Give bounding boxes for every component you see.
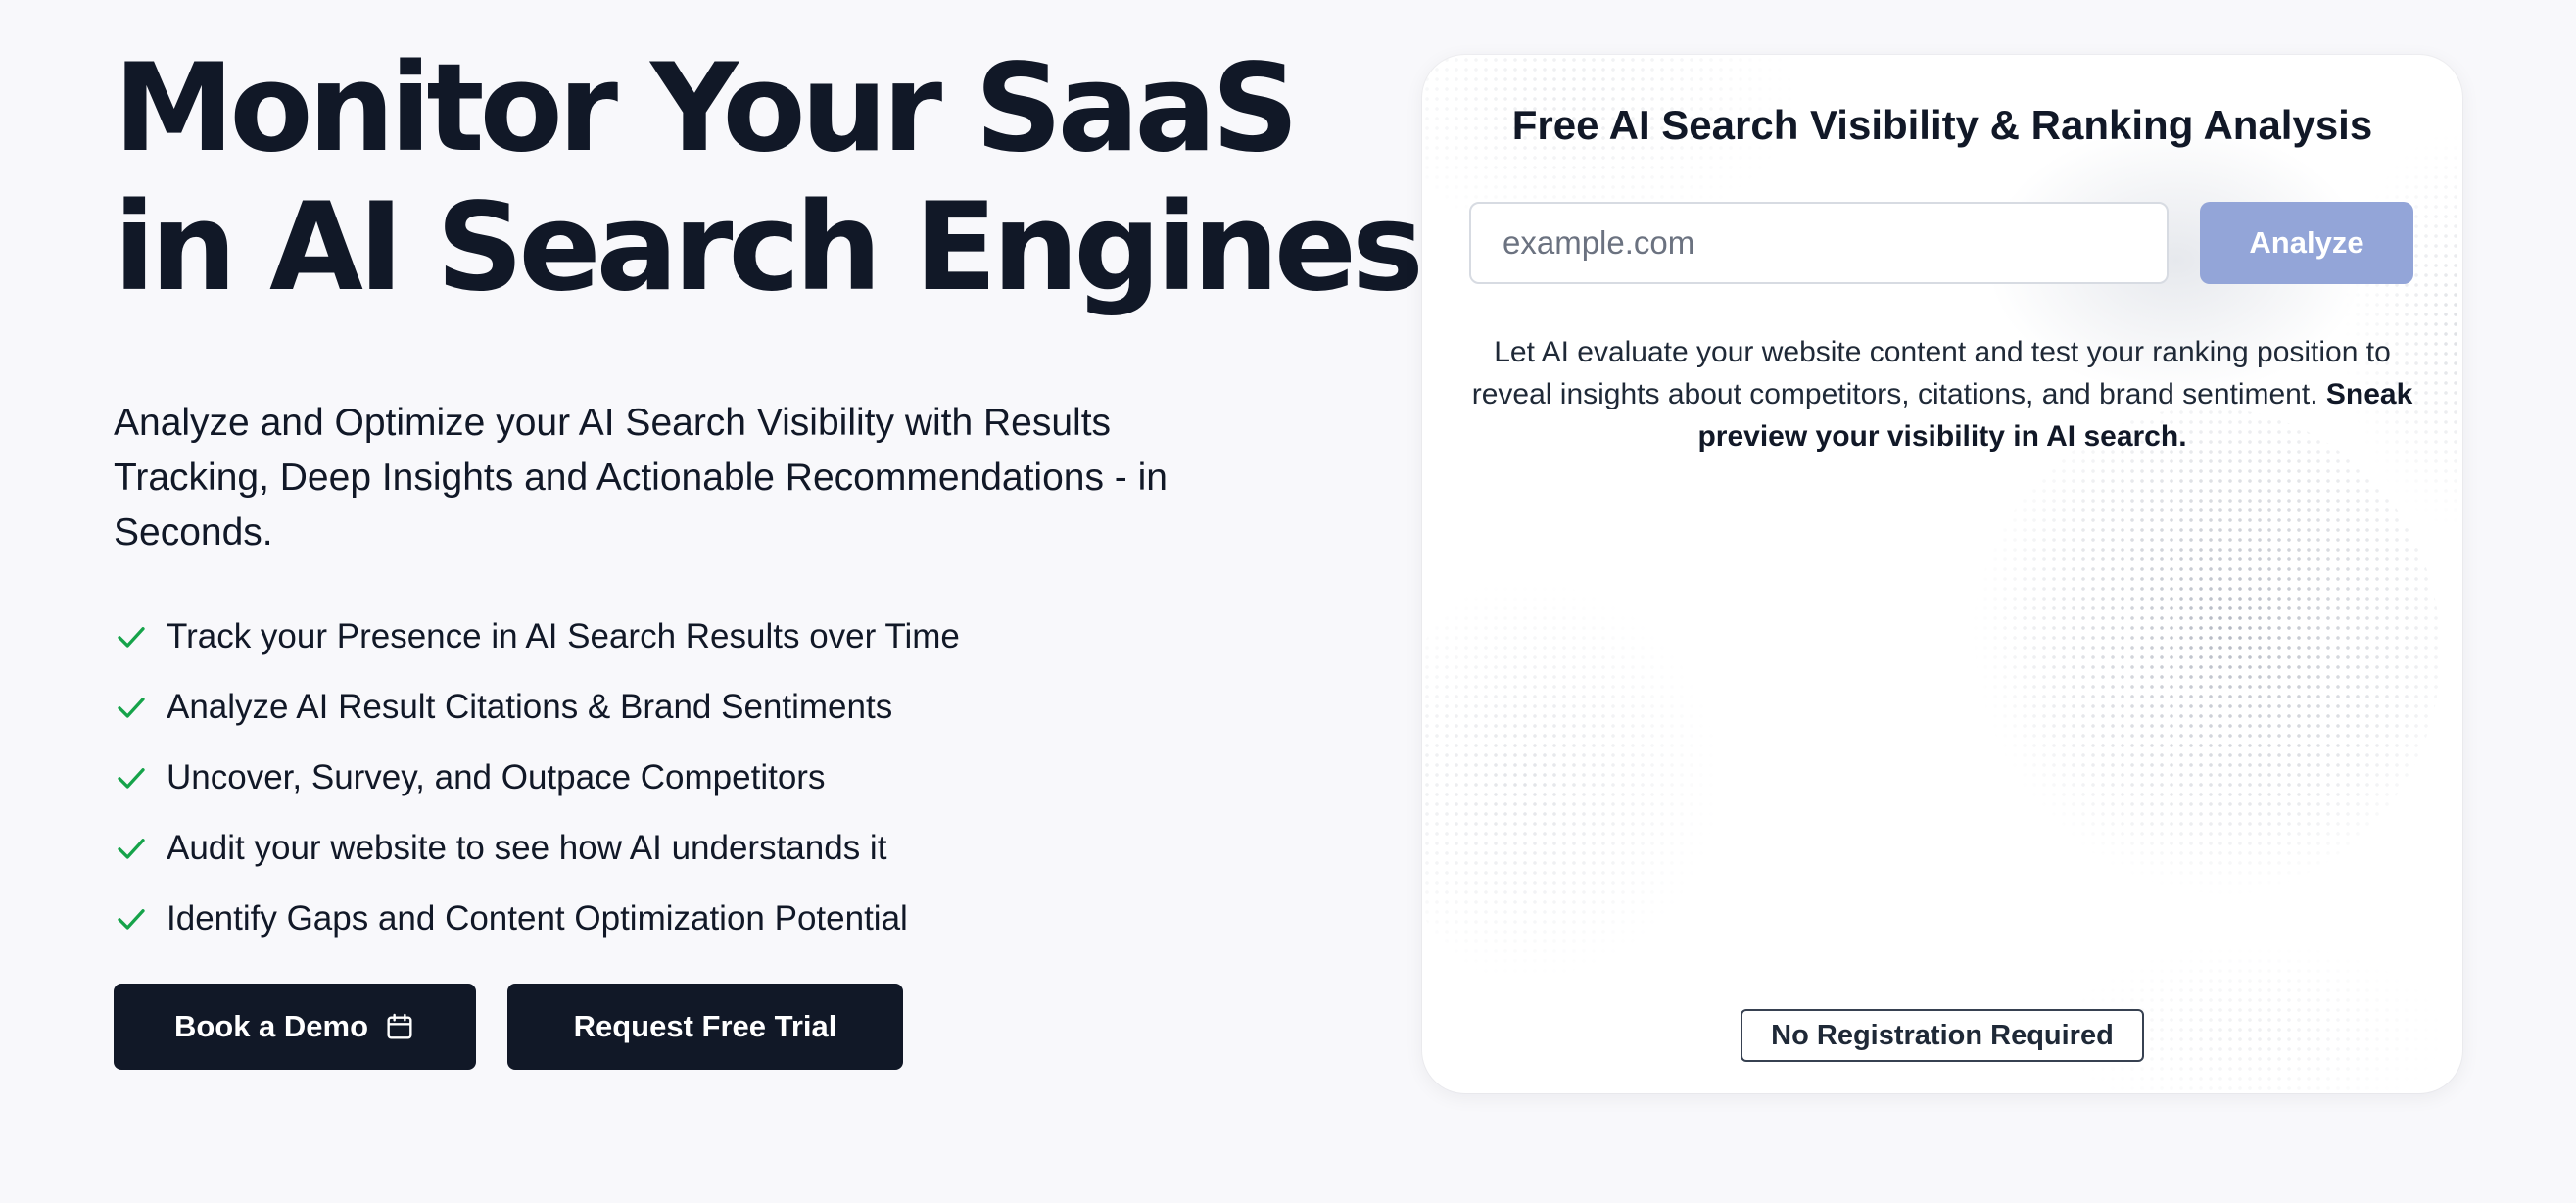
- feature-text: Uncover, Survey, and Outpace Competitors: [167, 758, 826, 796]
- analyze-button[interactable]: Analyze: [2200, 202, 2413, 284]
- request-trial-label: Request Free Trial: [573, 1009, 837, 1043]
- domain-input[interactable]: [1469, 202, 2169, 284]
- hero-title: Monitor Your SaaS in AI Search Engines: [114, 38, 1424, 318]
- feature-item: Identify Gaps and Content Optimization P…: [114, 897, 1338, 940]
- feature-text: Track your Presence in AI Search Results…: [167, 617, 960, 655]
- dot-pattern: [1422, 564, 1736, 995]
- dot-pattern: [1971, 408, 2441, 897]
- hero-section: Monitor Your SaaS in AI Search Engines A…: [114, 38, 1424, 1070]
- book-demo-label: Book a Demo: [173, 1009, 369, 1043]
- cta-group: Book a Demo Request Free Trial: [114, 984, 1338, 1070]
- card-title: Free AI Search Visibility & Ranking Anal…: [1511, 102, 2373, 148]
- landing-page: Monitor Your SaaS in AI Search Engines A…: [0, 0, 2576, 1203]
- check-icon: [118, 909, 145, 930]
- hero-title-line-2: in AI Search Engines: [114, 177, 1424, 318]
- feature-item: Track your Presence in AI Search Results…: [114, 615, 1338, 658]
- hero-title-line-1: Monitor Your SaaS: [114, 38, 1299, 179]
- request-trial-button[interactable]: Request Free Trial: [507, 984, 903, 1070]
- feature-item: Uncover, Survey, and Outpace Competitors: [114, 756, 1338, 799]
- feature-list: Track your Presence in AI Search Results…: [114, 615, 1338, 940]
- feature-text: Analyze AI Result Citations & Brand Sent…: [167, 688, 893, 726]
- hero-subtitle: Analyze and Optimize your AI Search Visi…: [114, 402, 1168, 553]
- check-icon: [118, 627, 145, 648]
- check-icon: [118, 839, 145, 859]
- calendar-icon: [387, 1013, 412, 1039]
- no-registration-badge: No Registration Required: [1741, 1009, 2144, 1062]
- analysis-card: Free AI Search Visibility & Ranking Anal…: [1422, 55, 2462, 1093]
- feature-item: Analyze AI Result Citations & Brand Sent…: [114, 686, 1338, 729]
- feature-text: Identify Gaps and Content Optimization P…: [167, 899, 908, 938]
- feature-text: Audit your website to see how AI underst…: [167, 829, 887, 867]
- check-icon: [118, 768, 145, 789]
- card-description: Let AI evaluate your website content and…: [1471, 331, 2413, 457]
- check-icon: [118, 698, 145, 718]
- card-description-text: Let AI evaluate your website content and…: [1471, 336, 2391, 410]
- feature-item: Audit your website to see how AI underst…: [114, 827, 1338, 870]
- book-demo-button[interactable]: Book a Demo: [114, 984, 476, 1070]
